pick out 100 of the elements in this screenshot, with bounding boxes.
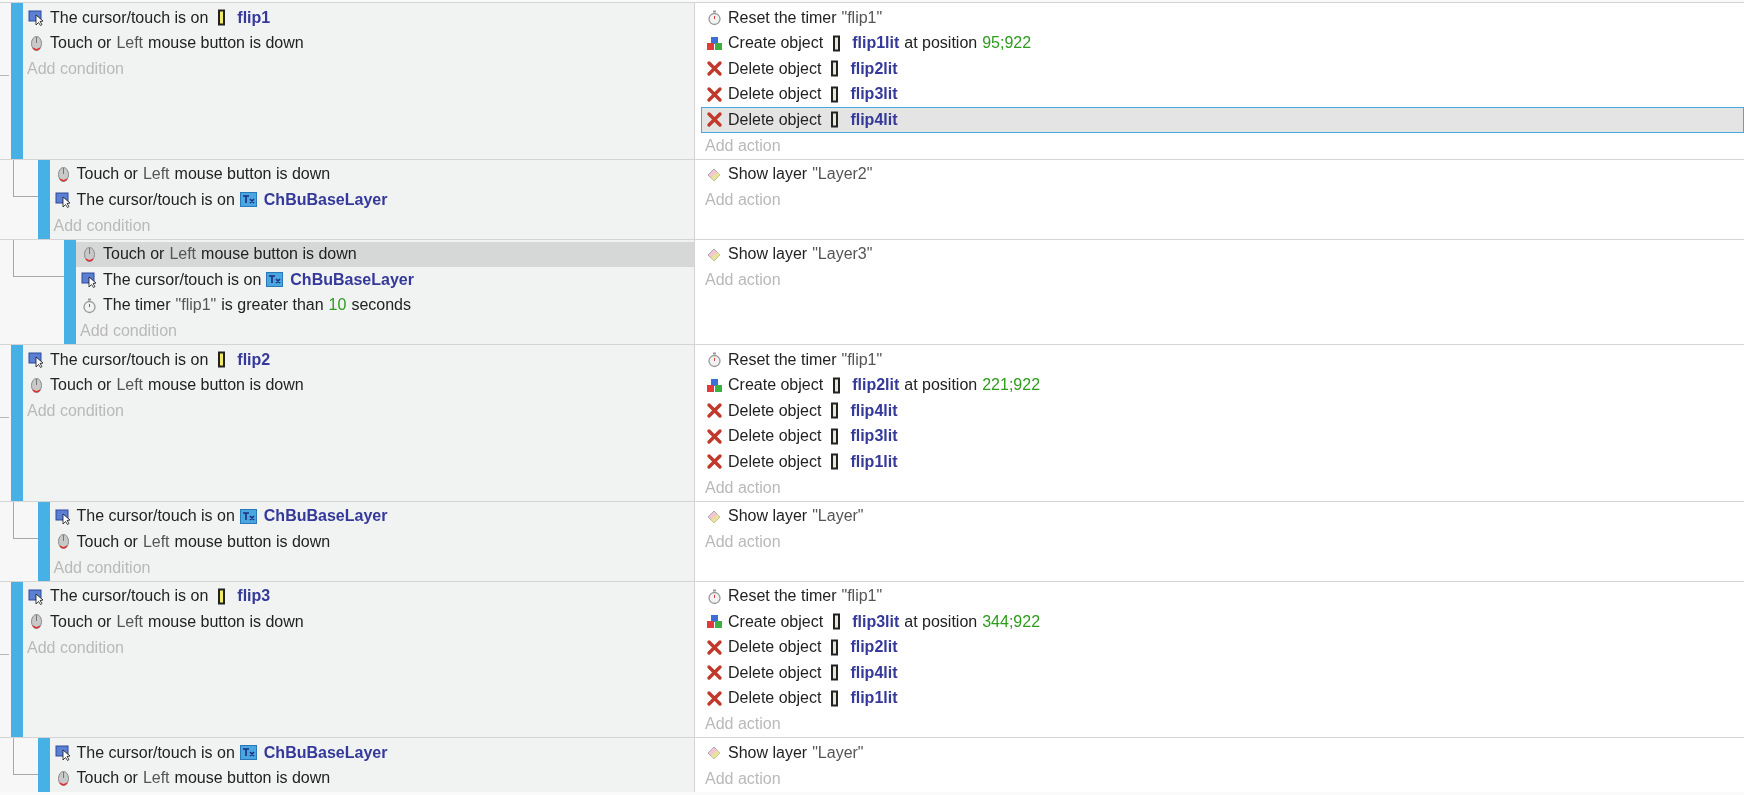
action-line[interactable]: Show layer "Layer2" [701, 161, 1744, 187]
condition-text: The cursor/touch is on [76, 190, 235, 209]
object-name: flip1lit [850, 452, 898, 471]
object-name: flip1 [237, 8, 271, 27]
condition-text: Touch or [76, 165, 138, 184]
parameter-text: "Layer" [812, 507, 864, 526]
condition-line[interactable]: Touch or Left mouse button is down [23, 372, 694, 398]
action-line[interactable]: Delete object flip1lit [701, 449, 1744, 475]
action-text: Show layer [728, 245, 808, 264]
action-line[interactable]: Delete object flip4lit [701, 660, 1744, 686]
action-line[interactable]: Reset the timer "flip1" [701, 583, 1744, 609]
object-name: flip1lit [850, 689, 898, 708]
condition-line[interactable]: The cursor/touch is on flip1 [23, 5, 694, 31]
eraser-icon [706, 744, 723, 762]
condition-text: Touch or [103, 245, 165, 264]
condition-text: mouse button is down [174, 769, 331, 788]
event-bar[interactable] [11, 581, 23, 737]
object-name: ChBuBaseLayer [290, 270, 414, 289]
condition-line[interactable]: Touch or Left mouse button is down [49, 161, 694, 187]
action-line[interactable]: Delete object flip3lit [701, 81, 1744, 107]
action-line[interactable]: Create object flip2lit at position 221;922 [701, 372, 1744, 398]
action-line[interactable]: Delete object flip3lit [701, 423, 1744, 449]
action-text: Show layer [728, 507, 808, 526]
event-bar[interactable] [11, 3, 23, 159]
action-line[interactable]: Delete object flip4lit [701, 398, 1744, 424]
condition-text: mouse button is down [148, 376, 304, 395]
number-value: 344;922 [982, 612, 1041, 631]
action-line[interactable]: Delete object flip1lit [701, 685, 1744, 711]
action-line[interactable]: Delete object flip2lit [701, 634, 1744, 660]
action-line[interactable]: Show layer "Layer" [701, 740, 1744, 766]
parameter-text: "flip1" [841, 350, 883, 369]
cubes-icon [706, 613, 723, 631]
condition-line[interactable]: Touch or Left mouse button is down [49, 529, 694, 555]
condition-text: The cursor/touch is on [50, 8, 209, 27]
cursor-icon [54, 744, 72, 762]
parameter-text: Left [142, 532, 170, 551]
condition-line[interactable]: The cursor/touch is on ChBuBaseLayer [49, 187, 694, 213]
condition-line[interactable]: The cursor/touch is on ChBuBaseLayer [49, 740, 694, 766]
condition-line[interactable]: The cursor/touch is on flip3 [23, 583, 694, 609]
parameter-text: "flip1" [841, 587, 883, 606]
action-line[interactable]: Show layer "Layer" [701, 503, 1744, 529]
object-name: ChBuBaseLayer [263, 507, 388, 526]
condition-text: The timer [103, 296, 171, 315]
condition-line[interactable]: The cursor/touch is on ChBuBaseLayer [76, 267, 694, 293]
condition-line[interactable]: Touch or Left mouse button is down [49, 765, 694, 791]
condition-text: is greater than [221, 296, 324, 315]
action-text: Show layer [728, 165, 808, 184]
cross-icon [706, 664, 723, 682]
cursor-icon [28, 587, 45, 605]
stopwatch-icon [706, 9, 723, 27]
event-bar[interactable] [11, 345, 23, 501]
action-line[interactable]: Reset the timer "flip1" [701, 5, 1744, 31]
action-text: at position [904, 612, 978, 631]
cross-icon [706, 453, 723, 471]
action-text: Reset the timer [728, 8, 837, 27]
tree-connector-line [13, 501, 38, 539]
condition-line[interactable]: The cursor/touch is on ChBuBaseLayer [49, 503, 694, 529]
cross-icon [706, 60, 723, 78]
condition-text: Touch or [76, 532, 138, 551]
stopwatch-icon [706, 351, 723, 369]
cross-icon [706, 402, 723, 420]
cursor-icon [28, 9, 45, 27]
parameter-text: Left [142, 165, 170, 184]
condition-text: Touch or [76, 769, 138, 788]
condition-text: Touch or [50, 34, 112, 53]
condition-text: The cursor/touch is on [76, 507, 235, 526]
action-text: Delete object [728, 452, 822, 471]
object-name: ChBuBaseLayer [263, 743, 388, 762]
action-line[interactable]: Show layer "Layer3" [701, 241, 1744, 267]
condition-line[interactable]: Touch or Left mouse button is down [23, 609, 694, 635]
action-line[interactable]: Create object flip1lit at position 95;922 [701, 30, 1744, 56]
condition-line[interactable]: The cursor/touch is on flip2 [23, 347, 694, 373]
event-bar[interactable] [64, 239, 76, 344]
condition-text: The cursor/touch is on [103, 270, 262, 289]
condition-text: The cursor/touch is on [50, 587, 209, 606]
mouse-icon [28, 613, 45, 631]
parameter-text: Left [169, 245, 197, 264]
parameter-text: Left [116, 34, 144, 53]
cursor-icon [54, 191, 72, 209]
text-object-icon [239, 191, 257, 209]
object-name: flip4lit [850, 401, 898, 420]
action-text: Delete object [728, 638, 822, 657]
mouse-icon [28, 34, 45, 52]
action-line[interactable]: Create object flip3lit at position 344;922 [701, 609, 1744, 635]
tree-connector-line [0, 653, 9, 655]
action-text: Delete object [728, 427, 822, 446]
cross-icon [706, 85, 723, 103]
text-object-icon [239, 744, 257, 762]
action-text: Show layer [728, 743, 808, 762]
parameter-text: "flip1" [841, 8, 883, 27]
cubes-icon [706, 376, 723, 394]
parameter-text: "Layer2" [812, 165, 873, 184]
number-value: 221;922 [982, 376, 1041, 395]
condition-line[interactable]: The timer "flip1" is greater than 10 seconds [76, 292, 694, 318]
parameter-text: Left [142, 769, 170, 788]
object-name: ChBuBaseLayer [263, 190, 388, 209]
action-line[interactable]: Delete object flip2lit [701, 56, 1744, 82]
action-line[interactable]: Reset the timer "flip1" [701, 347, 1744, 373]
condition-line[interactable]: Touch or Left mouse button is down [23, 30, 694, 56]
mouse-icon [81, 245, 98, 263]
